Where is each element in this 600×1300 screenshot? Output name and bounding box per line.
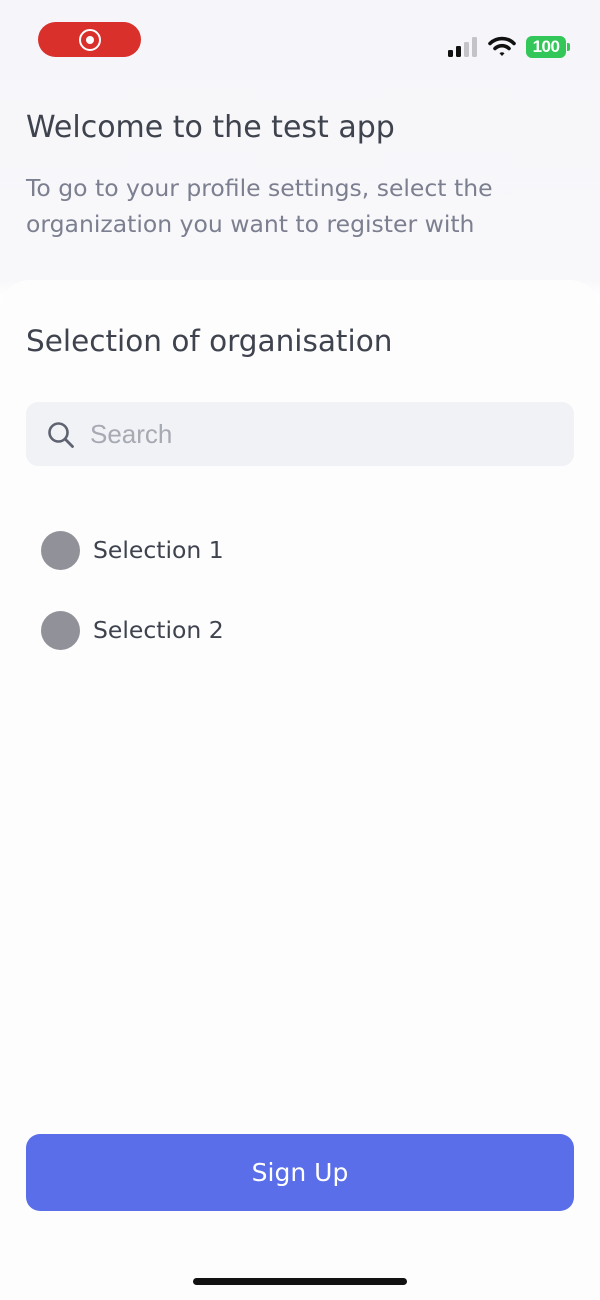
search-input[interactable]	[90, 402, 560, 466]
radio-button[interactable]	[41, 531, 80, 570]
cellular-signal-icon	[448, 37, 477, 57]
status-bar: 100	[0, 0, 600, 80]
page-subtitle: To go to your profile settings, select t…	[26, 174, 493, 238]
organisation-selection-sheet: Selection of organisation Selection 1 Se…	[0, 280, 600, 1300]
wifi-icon	[488, 36, 516, 56]
battery-cap	[567, 43, 570, 51]
search-icon	[48, 422, 74, 448]
battery-icon: 100	[526, 36, 570, 58]
search-bar[interactable]	[26, 402, 574, 466]
sign-up-button[interactable]: Sign Up	[26, 1134, 574, 1211]
app-screen: 100 Welcome to the test app To go to you…	[0, 0, 600, 1300]
option-label: Selection 2	[93, 616, 224, 644]
organisation-list: Selection 1 Selection 2	[0, 510, 600, 670]
list-item-selection-2[interactable]: Selection 2	[0, 590, 600, 670]
battery-level: 100	[526, 36, 566, 58]
radio-button[interactable]	[41, 611, 80, 650]
record-icon	[78, 28, 101, 51]
option-label: Selection 1	[93, 536, 224, 564]
section-title: Selection of organisation	[26, 324, 393, 358]
list-item-selection-1[interactable]: Selection 1	[0, 510, 600, 590]
page-title: Welcome to the test app	[26, 110, 395, 145]
screen-recording-indicator[interactable]	[38, 22, 141, 57]
home-indicator[interactable]	[193, 1278, 407, 1285]
